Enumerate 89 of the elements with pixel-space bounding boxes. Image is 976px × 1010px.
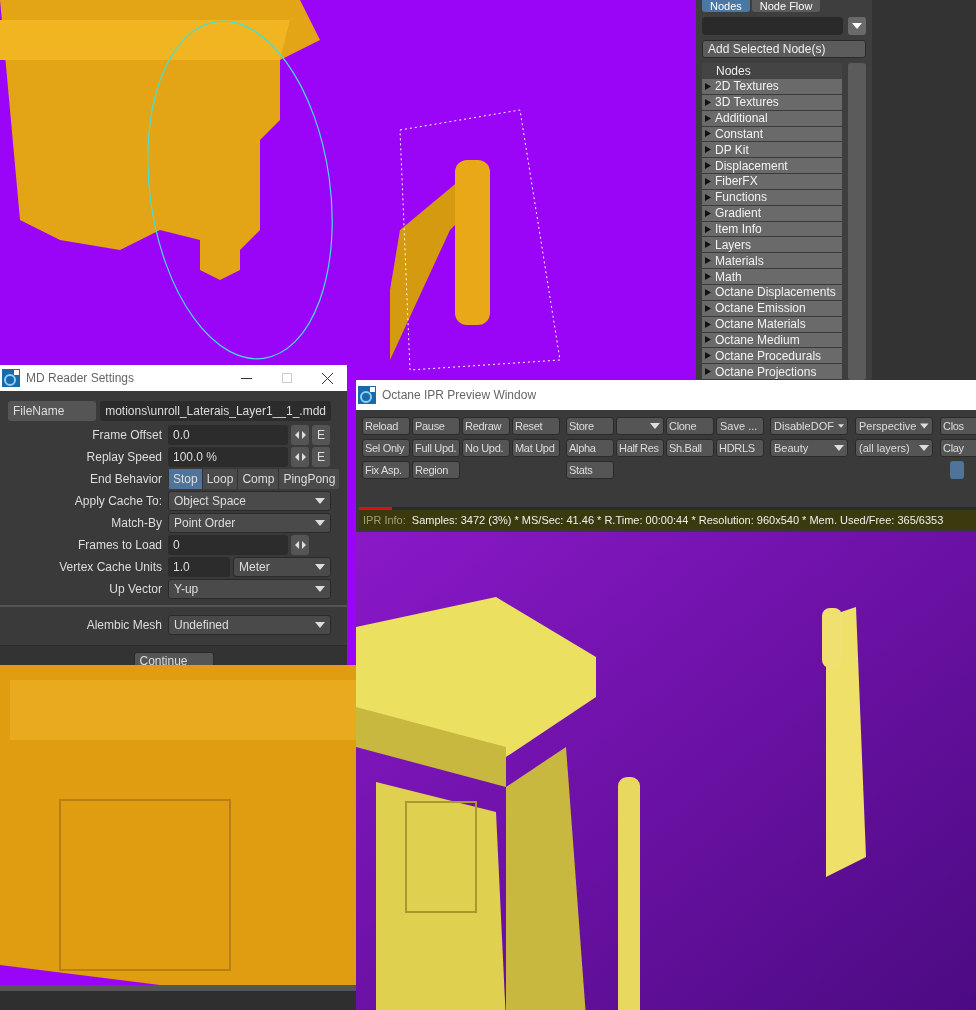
field-label: Vertex Cache Units [58,560,162,574]
node-category[interactable]: Math [702,269,842,285]
stepper-icon [294,453,306,461]
toolbar-button[interactable]: Sel Only [362,439,410,457]
toggle-button[interactable] [950,461,964,479]
window-title: Octane IPR Preview Window [382,388,538,402]
toolbar-button[interactable]: Half Res [616,439,664,457]
toolbar-button[interactable]: Reset [512,417,560,435]
caret-icon [919,445,929,451]
number-field[interactable]: 0 [168,535,288,555]
toolbar-button[interactable]: Stats [566,461,614,479]
field-label: Frames to Load [76,538,162,552]
dropdown[interactable]: Point Order [168,513,331,533]
node-category[interactable]: FiberFX [702,174,842,190]
toolbar-button[interactable]: Mat Upd [512,439,560,457]
dropdown-button[interactable] [848,17,866,35]
toolbar-button[interactable]: Clay [940,439,976,457]
field-label: Apply Cache To: [73,494,162,508]
toolbar-button[interactable]: HDRLS [716,439,764,457]
toolbar-button[interactable]: Reload [362,417,410,435]
toolbar-button[interactable]: No Upd. [462,439,510,457]
stepper-button[interactable] [291,535,309,555]
number-field[interactable]: 1.0 [168,557,230,577]
caret-icon [315,564,325,570]
stepper-button[interactable] [291,425,309,445]
caret-icon [315,520,325,526]
render-stats: Samples: 3472 (3%) * MS/Sec: 41.46 * R.Time: 00:00:44 * Resolution: 960x540 * Mem. Used/Free: 365/6353 [411,514,944,526]
panel-tab[interactable]: Nodes [702,0,750,12]
stepper-icon [294,541,306,549]
dropdown[interactable]: Y-up [168,579,331,599]
toolbar-dropdown[interactable]: Save ... [716,417,764,435]
envelope-button[interactable]: E [312,447,330,467]
toolbar-button[interactable]: Clone [666,417,714,435]
caret-icon [834,445,844,451]
toolbar-button[interactable]: Sh.Ball [666,439,714,457]
list-header: Nodes [702,63,842,79]
continue-button[interactable]: Continue [133,652,214,665]
toolbar-button[interactable]: Store [566,417,614,435]
toolbar-button[interactable]: Fix Asp. [362,461,410,479]
caret-icon [650,423,660,429]
dropdown[interactable]: Object Space [168,491,331,511]
panel-tab[interactable]: Node Flow [751,0,821,12]
number-field[interactable]: 0.0 [168,425,288,445]
field-label: Alembic Mesh [85,618,162,632]
toolbar-dropdown[interactable]: (all layers) [855,439,933,457]
toolbar-dropdown[interactable]: DisableDOF [770,417,848,435]
envelope-button[interactable]: E [312,425,330,445]
number-field[interactable]: 100.0 % [168,447,288,467]
field-label: Frame Offset [91,428,162,442]
caret-icon [852,23,862,29]
toolbar-button[interactable]: Clos [940,417,976,435]
caret-icon [315,498,325,504]
stepper-icon [294,431,306,439]
node-category[interactable]: Layers [702,237,842,254]
field-label: Replay Speed [85,450,162,464]
scrollbar[interactable] [848,63,866,380]
node-category[interactable]: Octane Projections [702,364,842,380]
dropdown[interactable]: Undefined [168,615,331,635]
toolbar-dropdown[interactable]: Perspective [855,417,933,435]
window-title: MD Reader Settings [26,371,136,385]
add-nodes-button[interactable]: Add Selected Node(s) [702,40,866,58]
toolbar-button[interactable]: Full Upd. [412,439,460,457]
node-category[interactable]: Materials [702,253,842,270]
toolbar-button[interactable]: Alpha [566,439,614,457]
file-path-field[interactable]: motions\unroll_Laterais_Layer1__1_.mdd [100,401,331,421]
caret-icon [315,622,325,628]
toolbar-dropdown[interactable]: Beauty [770,439,848,457]
caret-icon [315,586,325,592]
info-label: IPR Info: [363,514,406,526]
node-category[interactable]: Octane Procedurals [702,348,842,365]
caret-icon [920,423,929,429]
toolbar-dropdown[interactable] [616,417,664,435]
close-icon[interactable] [322,372,333,384]
field-label: Up Vector [108,582,162,596]
unit-dropdown[interactable]: Meter [233,557,331,577]
filename-button[interactable]: FileName [8,401,97,421]
caret-icon [837,423,844,429]
node-category[interactable]: 2D Textures [702,79,842,95]
minimize-icon[interactable] [241,377,252,379]
node-category[interactable]: DP Kit [702,142,842,159]
node-category[interactable]: Displacement [702,158,842,175]
toolbar-button[interactable]: Region [412,461,460,479]
stepper-button[interactable] [291,447,309,467]
toolbar-button[interactable]: Pause [412,417,460,435]
field-label: Match-By [110,516,162,530]
segment-option[interactable]: Stop [168,469,202,489]
toolbar-button[interactable]: Redraw [462,417,510,435]
field-label: End Behavior [88,472,162,486]
expand-arrow-icon [705,178,711,185]
